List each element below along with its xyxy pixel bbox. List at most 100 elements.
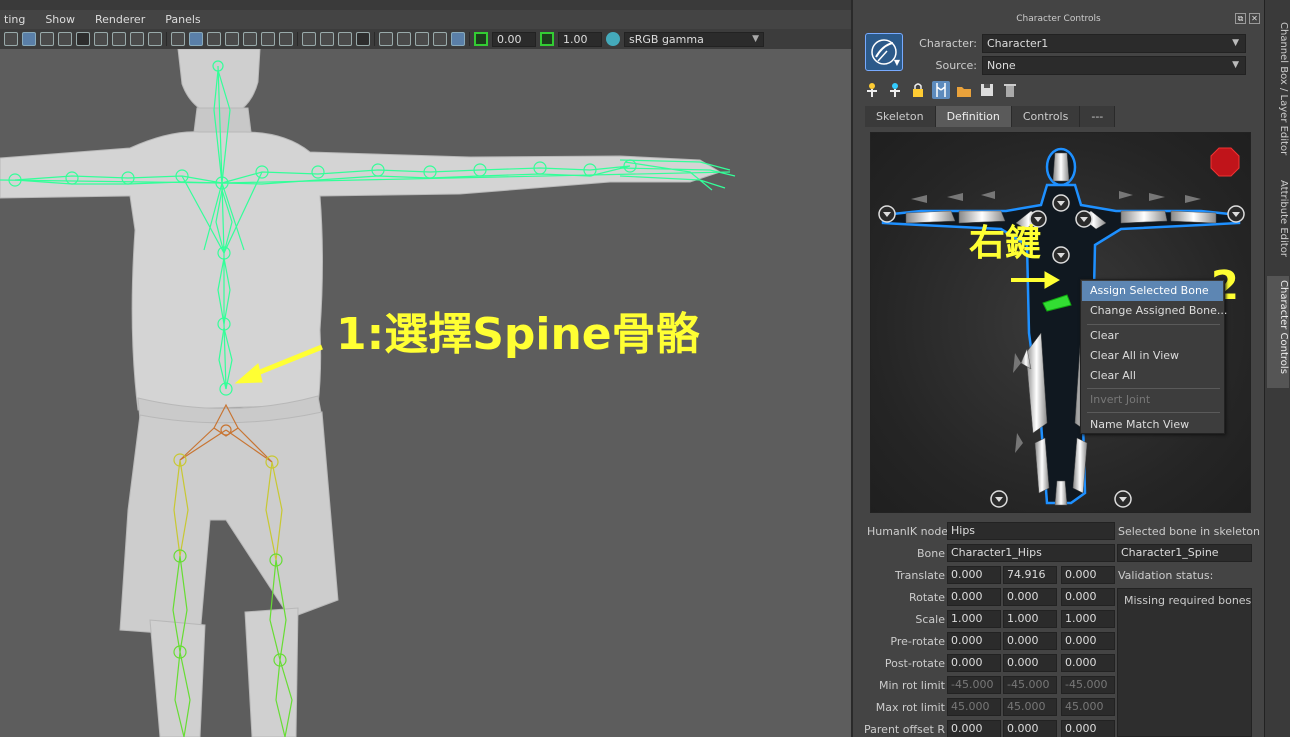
menu-item-assign-selected-bone[interactable]: Assign Selected Bone — [1082, 281, 1223, 301]
humanik-menu-button[interactable]: ▼ — [865, 33, 903, 71]
isolate-icon[interactable] — [4, 32, 18, 46]
menu-item-name-match-view[interactable]: Name Match View — [1082, 415, 1223, 435]
film-gate-icon[interactable] — [40, 32, 54, 46]
checker-icon[interactable] — [243, 32, 257, 46]
menu-item-clear-all[interactable]: Clear All — [1082, 366, 1223, 386]
prop-row-label: Min rot limit — [878, 679, 945, 692]
save-template-icon[interactable] — [978, 81, 996, 99]
create-skeleton-icon[interactable] — [886, 81, 904, 99]
chevron-down-icon: ▼ — [1232, 60, 1239, 70]
humanik-node-field[interactable]: Hips — [947, 522, 1115, 540]
tab-controls[interactable]: Controls — [1011, 106, 1081, 127]
create-character-icon[interactable] — [863, 81, 881, 99]
smooth-shade-icon[interactable] — [189, 32, 203, 46]
backface-icon[interactable] — [451, 32, 465, 46]
prop-value-field[interactable]: 0.000 — [947, 588, 1001, 606]
anti-alias-icon[interactable] — [338, 32, 352, 46]
lock-icon[interactable] — [909, 81, 927, 99]
prop-value-field[interactable]: 1.000 — [947, 610, 1001, 628]
source-dropdown[interactable]: None ▼ — [982, 56, 1246, 75]
chevron-down-icon: ▼ — [752, 33, 759, 44]
grid-icon[interactable] — [22, 32, 36, 46]
text-overlay-icon[interactable] — [148, 32, 162, 46]
trash-icon[interactable] — [1001, 81, 1019, 99]
float-panel-icon[interactable]: ⧉ — [1235, 13, 1246, 24]
prop-value-field[interactable]: 0.000 — [1061, 566, 1115, 584]
prop-value-field[interactable]: 1.000 — [1061, 610, 1115, 628]
gate-mask-icon[interactable] — [76, 32, 90, 46]
wireframe-icon[interactable] — [171, 32, 185, 46]
isolate-select-icon[interactable] — [379, 32, 393, 46]
toolbar-separator — [374, 32, 375, 46]
prop-value-field[interactable]: 0.000 — [1061, 720, 1115, 737]
prop-value-field[interactable]: 0.000 — [1003, 720, 1057, 737]
viewport-toolbar: 0.00 1.00 sRGB gamma ▼ — [0, 29, 851, 49]
shadows-icon[interactable] — [279, 32, 293, 46]
motion-blur-icon[interactable] — [320, 32, 334, 46]
prop-value-field[interactable]: -45.000 — [1061, 676, 1115, 694]
scene-canvas[interactable] — [0, 49, 851, 737]
prop-value-field[interactable]: 74.916 — [1003, 566, 1057, 584]
character-dropdown[interactable]: Character1 ▼ — [982, 34, 1246, 53]
prop-value-field[interactable]: 1.000 — [1003, 610, 1057, 628]
prop-value-field[interactable]: 45.000 — [1003, 698, 1057, 716]
prop-value-field[interactable]: -45.000 — [947, 676, 1001, 694]
character-mesh[interactable] — [0, 49, 722, 737]
prop-value-field[interactable]: 0.000 — [947, 720, 1001, 737]
prop-value-field[interactable]: 0.000 — [1061, 632, 1115, 650]
gamma-icon[interactable] — [540, 32, 554, 46]
resolution-gate-icon[interactable] — [58, 32, 72, 46]
prop-value-field[interactable]: -45.000 — [1003, 676, 1057, 694]
default-material-icon[interactable] — [207, 32, 221, 46]
prop-value-field[interactable]: 0.000 — [947, 566, 1001, 584]
lights-icon[interactable] — [261, 32, 275, 46]
depth-of-field-icon[interactable] — [356, 32, 370, 46]
gamma-field[interactable]: 1.00 — [558, 31, 602, 47]
xray-active-icon[interactable] — [433, 32, 447, 46]
mirror-matching-icon[interactable] — [932, 81, 950, 99]
prop-row-label: Rotate — [908, 591, 945, 604]
prop-value-field[interactable]: 45.000 — [1061, 698, 1115, 716]
bone-label: Bone — [916, 547, 945, 560]
menu-item-clear-all-in-view[interactable]: Clear All in View — [1082, 346, 1223, 366]
menu-item-clear[interactable]: Clear — [1082, 326, 1223, 346]
prop-row-label: Scale — [915, 613, 945, 626]
xray-icon[interactable] — [397, 32, 411, 46]
prop-value-field[interactable]: 45.000 — [947, 698, 1001, 716]
prop-value-field[interactable]: 0.000 — [1003, 588, 1057, 606]
safe-title-icon[interactable] — [130, 32, 144, 46]
prop-value-field[interactable]: 0.000 — [947, 632, 1001, 650]
safe-action-icon[interactable] — [112, 32, 126, 46]
prop-value-field[interactable]: 0.000 — [1003, 654, 1057, 672]
prop-value-field[interactable]: 0.000 — [1061, 654, 1115, 672]
close-icon[interactable]: ✕ — [1249, 13, 1260, 24]
exposure-icon[interactable] — [474, 32, 488, 46]
tab-character-controls[interactable]: Character Controls — [1267, 276, 1289, 388]
prop-value-field[interactable]: 0.000 — [1003, 632, 1057, 650]
field-chart-icon[interactable] — [94, 32, 108, 46]
menu-item-change-assigned-bone[interactable]: Change Assigned Bone... — [1082, 301, 1227, 321]
prop-value-field[interactable]: 0.000 — [1061, 588, 1115, 606]
menu-renderer[interactable]: Renderer — [85, 10, 155, 29]
load-template-icon[interactable] — [955, 81, 973, 99]
tab-attribute-editor[interactable]: Attribute Editor — [1267, 176, 1289, 266]
xray-joints-icon[interactable] — [415, 32, 429, 46]
bone-field[interactable]: Character1_Hips — [947, 544, 1115, 562]
prop-value-field[interactable]: 0.000 — [947, 654, 1001, 672]
textured-icon[interactable] — [225, 32, 239, 46]
ambient-occlusion-icon[interactable] — [302, 32, 316, 46]
tab-skeleton[interactable]: Skeleton — [865, 106, 936, 127]
menu-lighting[interactable]: ting — [0, 10, 35, 29]
color-management-icon[interactable] — [606, 32, 620, 46]
viewport-menubar: ting Show Renderer Panels — [0, 10, 851, 29]
3d-viewport[interactable]: ting Show Renderer Panels 0.00 1.00 sRGB… — [0, 0, 851, 737]
tab-definition[interactable]: Definition — [935, 106, 1012, 127]
humanik-node-label: HumanIK node — [867, 525, 949, 538]
stop-sign-icon[interactable] — [1210, 147, 1240, 177]
tab-more[interactable]: --- — [1080, 106, 1116, 127]
tab-channel-box[interactable]: Channel Box / Layer Editor — [1267, 18, 1289, 166]
menu-panels[interactable]: Panels — [155, 10, 210, 29]
exposure-field[interactable]: 0.00 — [492, 31, 536, 47]
menu-show[interactable]: Show — [35, 10, 85, 29]
color-space-dropdown[interactable]: sRGB gamma ▼ — [624, 31, 764, 47]
